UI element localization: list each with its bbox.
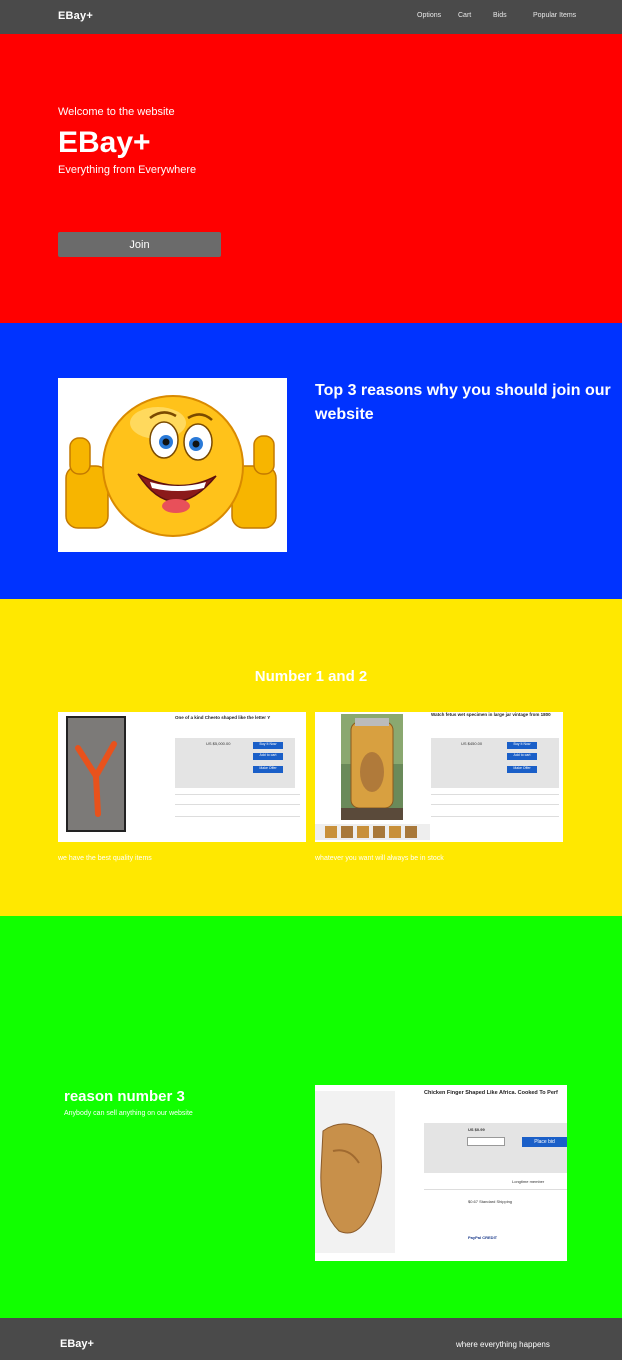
make-offer-button[interactable]: Make Offer: [507, 766, 537, 773]
reason3-section: reason number 3 Anybody can sell anythin…: [0, 916, 622, 1318]
member-label: Longtime member: [512, 1179, 545, 1184]
make-offer-button[interactable]: Make Offer: [253, 766, 283, 773]
hero-welcome: Welcome to the website: [58, 106, 175, 118]
listing-screenshot-chicken: Chicken Finger Shaped Like Africa. Cooke…: [315, 1085, 567, 1261]
price-panel: [431, 738, 559, 788]
listing-screenshot-cheeto: One of a kind Cheeto shaped like the let…: [58, 712, 306, 842]
price-panel: [424, 1123, 567, 1173]
shipping-text: $0.67 Standard Shipping: [468, 1199, 513, 1204]
footer-tagline: where everything happens: [456, 1340, 550, 1349]
paypal-credit-text: PayPal CREDIT: [468, 1235, 498, 1240]
divider: [175, 794, 300, 795]
nav-link-popular-items[interactable]: Popular Items: [533, 12, 576, 19]
divider: [175, 804, 300, 805]
hero-section: Welcome to the website EBay+ Everything …: [0, 34, 622, 323]
caption-stock: whatever you want will always be in stoc…: [315, 855, 444, 862]
top-nav: EBay+ Options Cart Bids Popular Items: [0, 0, 622, 34]
hero-tagline: Everything from Everywhere: [58, 164, 197, 176]
divider: [431, 804, 559, 805]
reasons-section: Top 3 reasons why you should join our we…: [0, 323, 622, 599]
footer-brand[interactable]: EBay+: [60, 1338, 94, 1350]
thumbnail-strip[interactable]: [315, 824, 430, 840]
listing-title: Chicken Finger Shaped Like Africa. Cooke…: [424, 1090, 558, 1096]
numbers-heading: Number 1 and 2: [254, 668, 368, 685]
divider: [424, 1189, 567, 1190]
reason3-sub: Anybody can sell anything on our website: [64, 1110, 193, 1117]
divider: [431, 794, 559, 795]
nav-link-options[interactable]: Options: [417, 12, 441, 19]
add-to-cart-button[interactable]: Add to cart: [507, 753, 537, 760]
product-photo: [341, 714, 403, 820]
caption-quality: we have the best quality items: [58, 855, 152, 862]
buy-now-button[interactable]: Buy It Now: [253, 742, 283, 749]
listing-price: US $0.99: [468, 1127, 485, 1132]
thumbs-up-smiley-image: [58, 378, 287, 552]
product-photo: [315, 1091, 395, 1253]
nav-brand[interactable]: EBay+: [58, 10, 93, 22]
bid-amount-input[interactable]: [467, 1137, 505, 1146]
footer: EBay+ where everything happens: [0, 1318, 622, 1360]
buy-now-button[interactable]: Buy It Now: [507, 742, 537, 749]
nav-link-bids[interactable]: Bids: [493, 12, 507, 19]
reasons-heading: Top 3 reasons why you should join our we…: [315, 382, 611, 423]
listing-price: US $5,000.00: [206, 741, 231, 746]
listing-price: US $450.00: [461, 741, 483, 746]
listing-screenshot-jar: Watch fetus wet specimen in large jar vi…: [315, 712, 563, 842]
listing-title: Watch fetus wet specimen in large jar vi…: [431, 712, 551, 717]
add-to-cart-button[interactable]: Add to cart: [253, 753, 283, 760]
reason3-heading: reason number 3: [64, 1088, 185, 1105]
place-bid-button[interactable]: Place bid: [522, 1137, 567, 1147]
hero-title: EBay+: [58, 126, 151, 159]
listing-title: One of a kind Cheeto shaped like the let…: [175, 715, 271, 720]
join-button[interactable]: Join: [58, 232, 221, 257]
product-photo: [68, 718, 124, 830]
divider: [431, 816, 559, 817]
nav-link-cart[interactable]: Cart: [458, 12, 471, 19]
numbers-section: Number 1 and 2 One of a kind Cheeto shap…: [0, 599, 622, 916]
divider: [175, 816, 300, 817]
